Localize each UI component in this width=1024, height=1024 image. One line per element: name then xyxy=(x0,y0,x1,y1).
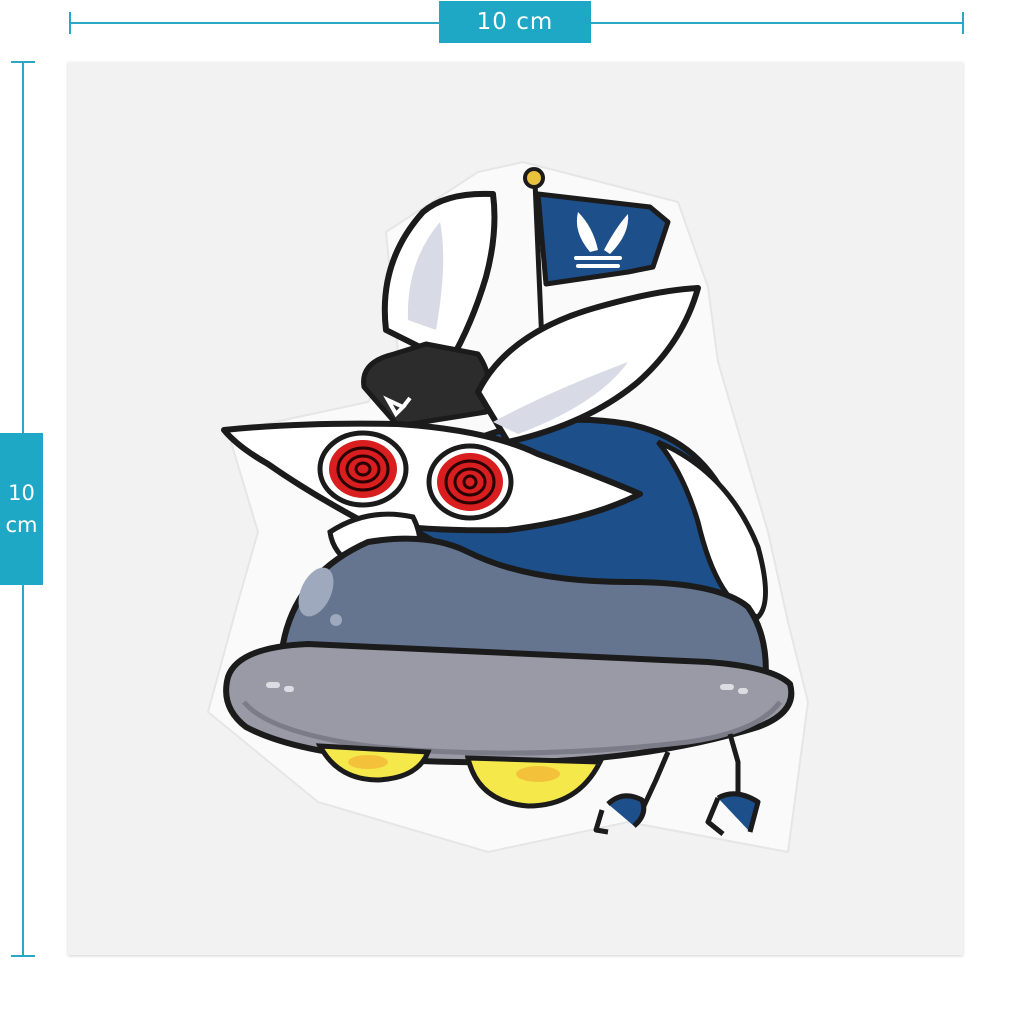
height-dimension-value: 10 xyxy=(8,481,35,505)
left-eye xyxy=(317,430,409,508)
height-dimension-tick-bottom xyxy=(11,955,35,957)
height-dimension-tick-top xyxy=(11,61,35,63)
height-dimension-unit: cm xyxy=(5,513,38,537)
width-dimension-label: 10 cm xyxy=(439,1,591,43)
sticker-canvas xyxy=(68,62,963,955)
width-dimension-tick-left xyxy=(69,12,71,34)
right-eye xyxy=(426,443,514,521)
rabbit-ufo-sticker-icon xyxy=(206,160,810,854)
height-dimension-label: 10 cm xyxy=(0,433,43,585)
width-dimension-tick-right xyxy=(962,12,964,34)
